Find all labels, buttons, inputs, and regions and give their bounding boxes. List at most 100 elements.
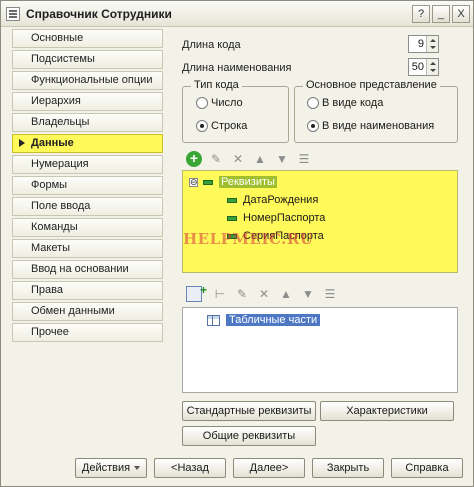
sidebar-item-rights[interactable]: Права: [12, 281, 163, 300]
sidebar-item-label: Подсистемы: [31, 53, 95, 65]
delete-icon[interactable]: ✕: [230, 151, 246, 167]
characteristics-button[interactable]: Характеристики: [320, 401, 454, 421]
sidebar-item-hierarchy[interactable]: Иерархия: [12, 92, 163, 111]
help-button[interactable]: Справка: [391, 458, 463, 478]
radio-label: В виде кода: [322, 97, 384, 109]
close-window-button[interactable]: X: [452, 5, 470, 23]
next-button[interactable]: Далее>: [233, 458, 305, 478]
sort-list-icon[interactable]: ☰: [296, 151, 312, 167]
active-arrow-icon: [19, 139, 25, 147]
tree-row-tabular-parts[interactable]: Табличные части: [207, 312, 321, 328]
name-length-value: 50: [411, 61, 424, 73]
footer-bar: Действия <Назад Далее> Закрыть Справка: [1, 454, 473, 487]
sidebar-item-label: Функциональные опции: [31, 74, 153, 86]
sidebar-item-commands[interactable]: Команды: [12, 218, 163, 237]
code-length-input[interactable]: 9: [408, 35, 439, 53]
data-tab-content: Длина кода 9 Длина наименования 50 Тип к…: [164, 29, 468, 452]
sidebar-item-label: Обмен данными: [31, 305, 115, 317]
sidebar-item-data-exchange[interactable]: Обмен данными: [12, 302, 163, 321]
radio-off-icon: [196, 97, 208, 109]
move-up-icon[interactable]: ▲: [278, 286, 294, 302]
catalog-editor-window: Справочник Сотрудники ? _ X Основные Под…: [0, 0, 474, 487]
sidebar-item-label: Поле ввода: [31, 200, 91, 212]
window-title: Справочник Сотрудники: [26, 7, 172, 21]
sidebar-item-other[interactable]: Прочее: [12, 323, 163, 342]
radio-off-icon: [307, 97, 319, 109]
radio-label: Строка: [211, 120, 248, 132]
sidebar-item-input-field[interactable]: Поле ввода: [12, 197, 163, 216]
presentation-name-radio[interactable]: В виде наименования: [307, 120, 434, 132]
sidebar-item-owners[interactable]: Владельцы: [12, 113, 163, 132]
code-type-number-radio[interactable]: Число: [196, 97, 243, 109]
watermark-text: HELPMEIC.RU: [183, 230, 314, 248]
edit-pencil-icon[interactable]: ✎: [208, 151, 224, 167]
tabular-parts-tree[interactable]: Табличные части: [182, 307, 458, 393]
tabular-parts-toolbar: ⊢ ✎ ✕ ▲ ▼ ☰: [186, 282, 344, 304]
sidebar-item-label: Права: [31, 284, 63, 296]
spinner-icon[interactable]: [426, 59, 438, 75]
chevron-down-icon: [134, 466, 141, 471]
sidebar-item-forms[interactable]: Формы: [12, 176, 163, 195]
code-type-string-radio[interactable]: Строка: [196, 120, 247, 132]
spinner-icon[interactable]: [426, 36, 438, 52]
radio-on-icon: [307, 120, 319, 132]
sidebar-item-label: Данные: [31, 137, 74, 149]
edit-pencil-icon[interactable]: ✎: [234, 286, 250, 302]
sidebar-item-functional-options[interactable]: Функциональные опции: [12, 71, 163, 90]
tree-node-label: Реквизиты: [219, 176, 277, 188]
sidebar-item-label: Иерархия: [31, 95, 81, 107]
collapse-icon[interactable]: ⊖: [189, 177, 198, 187]
minimize-button[interactable]: _: [432, 5, 450, 23]
tree-row-birthdate[interactable]: ДатаРождения: [227, 192, 318, 208]
tree-node-label: Табличные части: [226, 314, 321, 326]
table-icon: [207, 314, 220, 326]
add-table-icon[interactable]: [186, 282, 207, 302]
sidebar-item-label: Основные: [31, 32, 84, 44]
attributes-toolbar: + ✎ ✕ ▲ ▼ ☰: [186, 149, 318, 169]
tree-node-label: НомерПаспорта: [243, 212, 326, 224]
close-button[interactable]: Закрыть: [312, 458, 384, 478]
sidebar-item-data[interactable]: Данные: [12, 134, 163, 153]
attribute-icon: [227, 215, 237, 221]
tree-row-passport-number[interactable]: НомерПаспорта: [227, 210, 325, 226]
code-type-group: Тип кода Число Строка: [182, 79, 289, 143]
sidebar-item-label: Формы: [31, 179, 68, 191]
move-up-icon[interactable]: ▲: [252, 151, 268, 167]
radio-label: В виде наименования: [322, 120, 435, 132]
add-icon[interactable]: +: [186, 151, 202, 167]
attribute-icon: [227, 197, 237, 203]
sidebar-item-subsystems[interactable]: Подсистемы: [12, 50, 163, 69]
attributes-tree[interactable]: ⊖ Реквизиты ДатаРождения НомерПаспорта С…: [182, 170, 458, 273]
main-presentation-title: Основное представление: [303, 79, 440, 91]
delete-icon[interactable]: ✕: [256, 286, 272, 302]
common-attributes-button[interactable]: Общие реквизиты: [182, 426, 316, 446]
sidebar-item-numbering[interactable]: Нумерация: [12, 155, 163, 174]
code-length-value: 9: [417, 38, 424, 50]
actions-label: Действия: [81, 462, 131, 474]
sort-list-icon[interactable]: ☰: [322, 286, 338, 302]
presentation-code-radio[interactable]: В виде кода: [307, 97, 383, 109]
sidebar-item-label: Макеты: [31, 242, 71, 254]
actions-dropdown-button[interactable]: Действия: [75, 458, 147, 478]
sidebar-nav: Основные Подсистемы Функциональные опции…: [12, 29, 163, 344]
add-row-icon[interactable]: ⊢: [212, 286, 228, 302]
help-title-button[interactable]: ?: [412, 5, 430, 23]
tree-row-attributes[interactable]: ⊖ Реквизиты: [189, 174, 277, 190]
radio-label: Число: [211, 97, 243, 109]
sidebar-item-label: Прочее: [31, 326, 69, 338]
main-presentation-group: Основное представление В виде кода В вид…: [294, 79, 458, 143]
sidebar-item-label: Ввод на основании: [31, 263, 129, 275]
back-button[interactable]: <Назад: [154, 458, 226, 478]
code-type-title: Тип кода: [191, 79, 242, 91]
sidebar-item-templates[interactable]: Макеты: [12, 239, 163, 258]
title-bar[interactable]: Справочник Сотрудники ? _ X: [1, 1, 473, 27]
sidebar-item-input-by-basis[interactable]: Ввод на основании: [12, 260, 163, 279]
move-down-icon[interactable]: ▼: [300, 286, 316, 302]
sidebar-item-main[interactable]: Основные: [12, 29, 163, 48]
standard-attributes-button[interactable]: Стандартные реквизиты: [182, 401, 316, 421]
tree-node-label: ДатаРождения: [243, 194, 319, 206]
sidebar-item-label: Нумерация: [31, 158, 89, 170]
move-down-icon[interactable]: ▼: [274, 151, 290, 167]
name-length-input[interactable]: 50: [408, 58, 439, 76]
catalog-icon: [6, 7, 20, 21]
